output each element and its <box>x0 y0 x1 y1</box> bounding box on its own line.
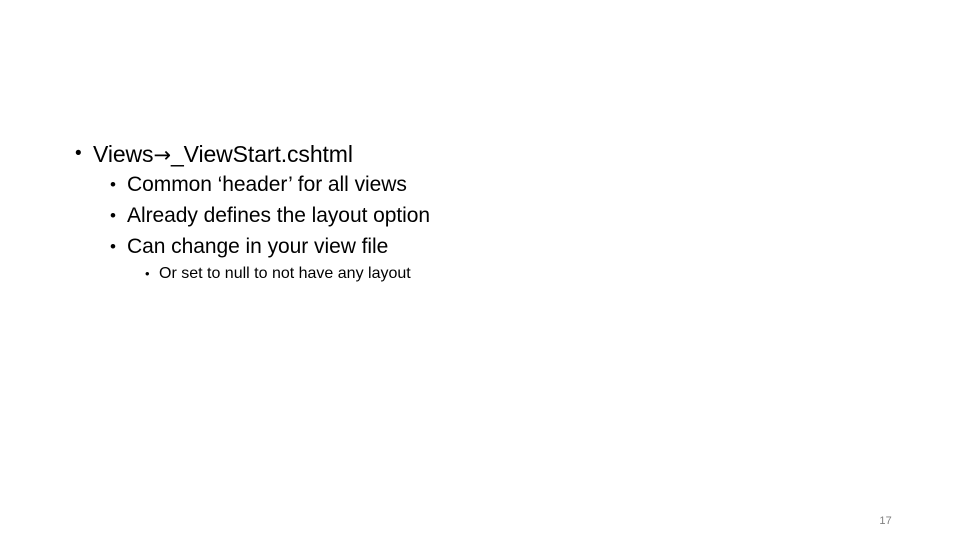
list-item[interactable]: • Already defines the layout option <box>110 200 900 231</box>
bullet-marker-icon: • <box>145 266 150 281</box>
list-item[interactable]: • Common ‘header’ for all views <box>110 169 900 200</box>
slide-content-placeholder[interactable]: • Views→_ViewStart.cshtml • Common ‘head… <box>60 140 900 286</box>
outline-list-level-2: • Common ‘header’ for all views • Alread… <box>60 169 900 286</box>
outline-list-level-1: • Views→_ViewStart.cshtml • Common ‘head… <box>60 140 900 286</box>
bullet-marker-icon: • <box>110 175 116 194</box>
bullet-marker-icon: • <box>110 206 116 225</box>
list-item-label: Or set to null to not have any layout <box>159 265 411 282</box>
list-item[interactable]: • Can change in your view file <box>110 231 900 262</box>
slide-canvas: • Views→_ViewStart.cshtml • Common ‘head… <box>0 0 960 540</box>
list-item-text-after-arrow: _ViewStart.cshtml <box>170 141 353 167</box>
right-arrow-icon: → <box>153 143 171 167</box>
list-item-label: Already defines the layout option <box>127 204 431 227</box>
outline-list-level-3: • Or set to null to not have any layout <box>60 262 900 286</box>
list-item-label: Common ‘header’ for all views <box>127 173 407 196</box>
bullet-marker-icon: • <box>75 143 82 164</box>
list-item-text-before-arrow: Views <box>93 141 154 167</box>
list-item[interactable]: • Views→_ViewStart.cshtml <box>75 140 900 169</box>
list-item-label: Can change in your view file <box>127 235 389 258</box>
list-item[interactable]: • Or set to null to not have any layout <box>145 262 900 286</box>
bullet-marker-icon: • <box>110 237 116 256</box>
slide-number: 17 <box>879 515 892 527</box>
list-item-label: Views→_ViewStart.cshtml <box>93 140 353 169</box>
